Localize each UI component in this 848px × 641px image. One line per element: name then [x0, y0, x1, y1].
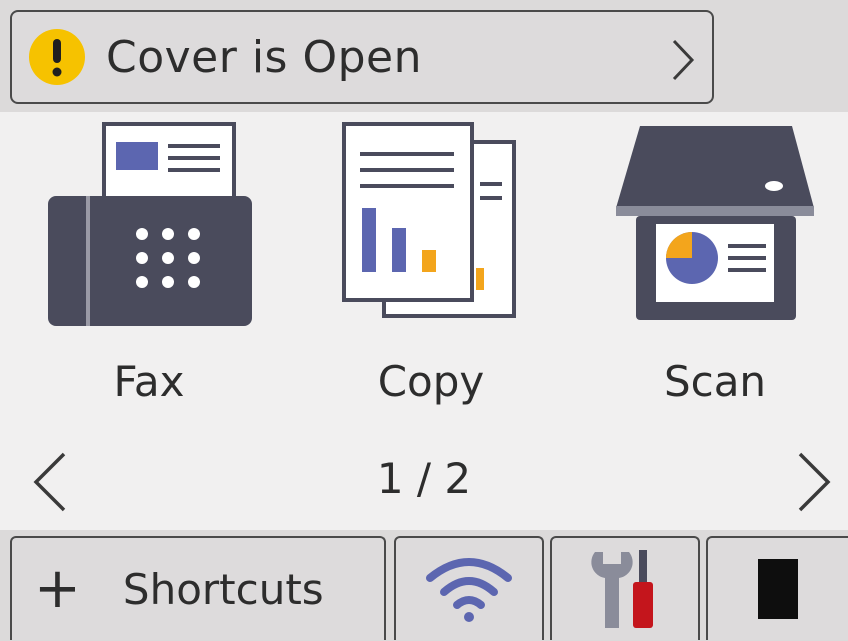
wifi-button[interactable] [394, 536, 544, 640]
fax-icon [48, 122, 252, 326]
page-prev-button[interactable] [30, 450, 70, 514]
status-message-button[interactable]: Cover is Open [10, 10, 714, 104]
chevron-right-icon [672, 39, 695, 81]
copy-icon [342, 122, 516, 318]
fax-tile[interactable]: Fax [24, 112, 274, 412]
copy-tile[interactable]: Copy [306, 112, 556, 412]
tools-icon [591, 550, 653, 628]
shortcuts-button[interactable]: + Shortcuts [10, 536, 386, 640]
page-indicator: 1 / 2 [376, 454, 472, 503]
scan-tile[interactable]: Scan [590, 112, 840, 412]
copy-label: Copy [377, 357, 485, 406]
settings-button[interactable] [550, 536, 700, 640]
scan-icon [616, 126, 814, 320]
fax-label: Fax [113, 357, 185, 406]
wifi-icon [426, 558, 512, 622]
plus-icon: + [34, 556, 81, 621]
page-next-button[interactable] [794, 450, 834, 514]
toner-icon [758, 559, 798, 619]
app-grid: Fax Copy Scan 1 / 2 [0, 112, 848, 530]
shortcuts-label: Shortcuts [122, 564, 324, 614]
warning-icon [29, 29, 85, 85]
toner-button[interactable] [706, 536, 848, 640]
scan-label: Scan [663, 357, 767, 406]
bottom-bar: + Shortcuts [0, 530, 848, 641]
status-text: Cover is Open [106, 31, 422, 83]
top-bar: Cover is Open [0, 0, 848, 112]
